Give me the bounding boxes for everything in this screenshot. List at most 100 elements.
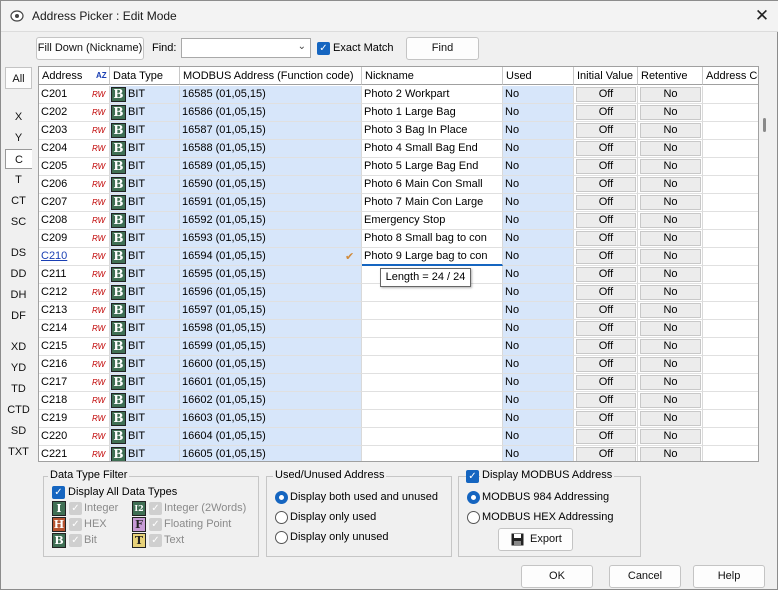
retentive-cell[interactable]: No [638,230,703,248]
initial-value-toggle[interactable]: Off [576,105,636,120]
initial-value-toggle[interactable]: Off [576,375,636,390]
initial-value-toggle[interactable]: Off [576,267,636,282]
retentive-cell[interactable]: No [638,248,703,266]
exact-match-label[interactable]: Exact Match [333,42,394,54]
retentive-toggle[interactable]: No [640,411,701,426]
filter-label[interactable]: Bit [84,534,97,546]
initial-value-cell[interactable]: Off [574,104,638,122]
initial-value-toggle[interactable]: Off [576,411,636,426]
retentive-cell[interactable]: No [638,176,703,194]
column-header-modbus[interactable]: MODBUS Address (Function code) [180,67,362,85]
nickname-cell[interactable]: Photo 7 Main Con Large [362,194,503,212]
table-row[interactable]: C206 RW B BIT 16590 (01,05,15) Photo 6 Main C… [39,176,758,194]
address-comment-cell[interactable] [703,86,758,104]
radio-label[interactable]: MODBUS HEX Addressing [482,511,613,523]
retentive-cell[interactable]: No [638,302,703,320]
initial-value-toggle[interactable]: Off [576,303,636,318]
address-comment-cell[interactable] [703,338,758,356]
initial-value-toggle[interactable]: Off [576,393,636,408]
initial-value-cell[interactable]: Off [574,122,638,140]
tab-t[interactable]: T [5,170,32,190]
initial-value-toggle[interactable]: Off [576,285,636,300]
tab-ct[interactable]: CT [5,191,32,211]
table-row[interactable]: C201 RW B BIT 16585 (01,05,15) Photo 2 Workpa… [39,86,758,104]
table-row[interactable]: C209 RW B BIT 16593 (01,05,15) Photo 8 Small … [39,230,758,248]
initial-value-cell[interactable]: Off [574,356,638,374]
retentive-toggle[interactable]: No [640,339,701,354]
retentive-cell[interactable]: No [638,410,703,428]
retentive-cell[interactable]: No [638,320,703,338]
help-button[interactable]: Help [693,565,765,588]
nickname-cell[interactable]: Emergency Stop [362,212,503,230]
filter-checkbox[interactable]: ✓ [69,502,82,515]
initial-value-toggle[interactable]: Off [576,429,636,444]
table-row[interactable]: C204 RW B BIT 16588 (01,05,15) Photo 4 Small … [39,140,758,158]
tab-sc[interactable]: SC [5,212,32,232]
table-row[interactable]: C203 RW B BIT 16587 (01,05,15) Photo 3 Bag In… [39,122,758,140]
radio-label[interactable]: MODBUS 984 Addressing [482,491,609,503]
nickname-cell[interactable] [362,410,503,428]
address-comment-cell[interactable] [703,302,758,320]
table-row[interactable]: C218 RW B BIT 16602 (01,05,15) No Off No [39,392,758,410]
radio-label[interactable]: Display only unused [290,531,388,543]
column-header-used[interactable]: Used [503,67,574,85]
table-row[interactable]: C221 RW B BIT 16605 (01,05,15) No Off No [39,446,758,461]
filter-label[interactable]: Text [164,534,184,546]
nickname-cell[interactable]: Photo 9 Large bag to con [362,248,503,266]
filter-label[interactable]: Integer (2Words) [164,502,246,514]
nickname-cell[interactable]: Photo 6 Main Con Small [362,176,503,194]
initial-value-cell[interactable]: Off [574,212,638,230]
initial-value-cell[interactable]: Off [574,338,638,356]
chevron-down-icon[interactable]: ⌄ [298,41,306,52]
initial-value-cell[interactable]: Off [574,230,638,248]
column-header-address[interactable]: Address AZ [39,67,110,85]
nickname-cell[interactable]: Photo 1 Large Bag [362,104,503,122]
radio-button[interactable] [467,511,480,524]
filter-label[interactable]: Floating Point [164,518,231,530]
table-row[interactable]: C205 RW B BIT 16589 (01,05,15) Photo 5 Large … [39,158,758,176]
find-button[interactable]: Find [406,37,479,60]
vertical-scrollbar[interactable] [759,66,771,462]
nickname-cell[interactable]: Photo 4 Small Bag End [362,140,503,158]
initial-value-toggle[interactable]: Off [576,249,636,264]
retentive-toggle[interactable]: No [640,213,701,228]
retentive-cell[interactable]: No [638,194,703,212]
export-button[interactable]: Export [498,528,573,551]
sort-az-icon[interactable]: AZ [96,67,107,84]
nickname-cell[interactable]: Photo 8 Small bag to con [362,230,503,248]
initial-value-cell[interactable]: Off [574,428,638,446]
retentive-toggle[interactable]: No [640,141,701,156]
tab-dd[interactable]: DD [5,264,32,284]
column-header-data-type[interactable]: Data Type [110,67,180,85]
initial-value-cell[interactable]: Off [574,194,638,212]
retentive-cell[interactable]: No [638,374,703,392]
export-label[interactable]: Export [530,529,562,550]
radio-label[interactable]: Display only used [290,511,376,523]
filter-label[interactable]: HEX [84,518,107,530]
column-header-nickname[interactable]: Nickname [362,67,503,85]
initial-value-cell[interactable]: Off [574,410,638,428]
tab-df[interactable]: DF [5,306,32,326]
retentive-cell[interactable]: No [638,104,703,122]
column-header-retentive[interactable]: Retentive [638,67,703,85]
scrollbar-thumb[interactable] [763,118,766,132]
retentive-toggle[interactable]: No [640,357,701,372]
table-row[interactable]: C217 RW B BIT 16601 (01,05,15) No Off No [39,374,758,392]
retentive-cell[interactable]: No [638,266,703,284]
nickname-cell[interactable] [362,392,503,410]
address-comment-cell[interactable] [703,356,758,374]
retentive-toggle[interactable]: No [640,267,701,282]
retentive-cell[interactable]: No [638,338,703,356]
retentive-toggle[interactable]: No [640,429,701,444]
retentive-toggle[interactable]: No [640,177,701,192]
retentive-cell[interactable]: No [638,212,703,230]
retentive-cell[interactable]: No [638,86,703,104]
retentive-cell[interactable]: No [638,356,703,374]
address-comment-cell[interactable] [703,176,758,194]
address-comment-cell[interactable] [703,428,758,446]
tab-dh[interactable]: DH [5,285,32,305]
address-comment-cell[interactable] [703,194,758,212]
nickname-cell[interactable] [362,446,503,461]
initial-value-cell[interactable]: Off [574,176,638,194]
table-row[interactable]: C219 RW B BIT 16603 (01,05,15) No Off No [39,410,758,428]
